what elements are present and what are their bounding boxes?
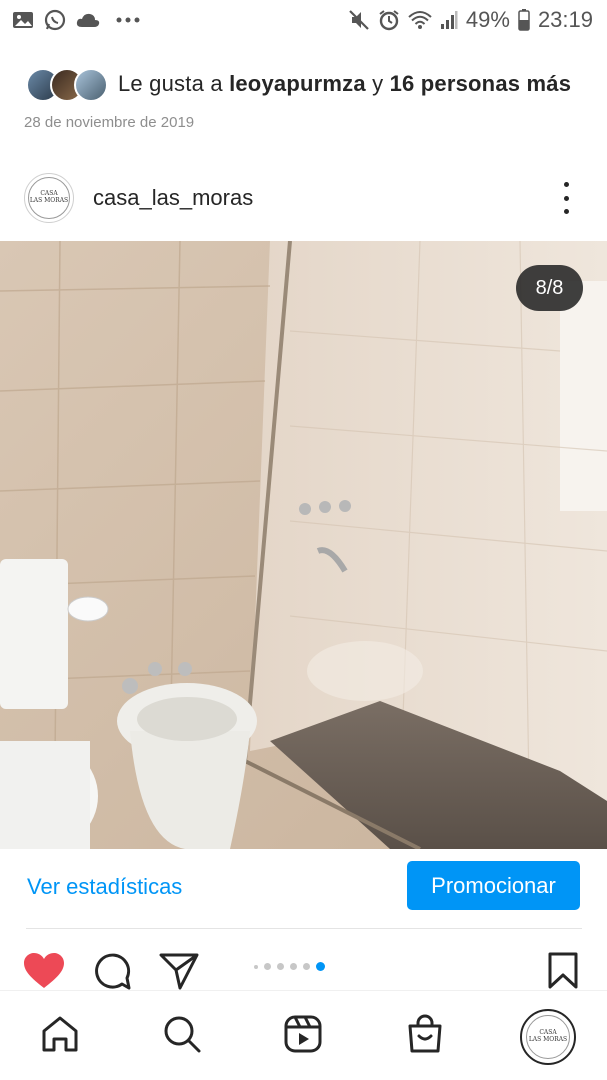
search-icon <box>164 1016 201 1053</box>
image-icon <box>12 10 34 30</box>
liker-avatar <box>74 68 108 102</box>
mute-icon <box>348 9 370 31</box>
home-icon <box>42 1016 78 1052</box>
carousel-dot-active <box>316 962 325 971</box>
nav-search[interactable] <box>160 1012 204 1056</box>
likes-summary[interactable]: Le gusta a leoyapurmza y 16 personas más <box>26 68 572 102</box>
image-counter: 8/8 <box>516 265 583 311</box>
carousel-dot <box>264 963 271 970</box>
more-vert-icon <box>563 182 569 187</box>
whatsapp-icon <box>44 9 66 31</box>
liker-username[interactable]: leoyapurmza <box>229 71 366 96</box>
signal-icon <box>440 10 458 30</box>
likes-text: Le gusta a leoyapurmza y 16 personas más <box>118 71 572 96</box>
more-options-button[interactable] <box>552 180 580 216</box>
carousel-dot <box>290 963 297 970</box>
alarm-icon <box>378 9 400 31</box>
nav-shop[interactable] <box>403 1012 447 1056</box>
liker-avatars <box>26 68 108 102</box>
status-time: 23:19 <box>537 7 593 32</box>
status-right: 49% 23:19 <box>348 7 593 33</box>
nav-profile[interactable]: CASA LAS MORAS <box>520 1009 576 1065</box>
save-button[interactable] <box>541 949 585 993</box>
like-button[interactable] <box>22 949 66 993</box>
nav-reels[interactable] <box>281 1012 325 1056</box>
share-button[interactable] <box>157 949 201 993</box>
battery-percent: 49% <box>465 7 510 32</box>
carousel-dot <box>303 963 310 970</box>
post-date: 28 de noviembre de 2019 <box>24 114 195 131</box>
heart-icon <box>24 953 64 988</box>
likes-others[interactable]: 16 personas más <box>390 71 572 96</box>
reels-icon <box>284 1015 322 1053</box>
bottom-nav-divider <box>0 990 607 991</box>
wifi-icon <box>408 10 432 30</box>
bookmark-icon <box>548 952 578 989</box>
comment-button[interactable] <box>90 949 134 993</box>
divider <box>26 928 582 929</box>
post-photo[interactable] <box>0 241 607 849</box>
carousel-dot <box>277 963 284 970</box>
carousel-indicator <box>254 962 325 971</box>
profile-avatar-logo: CASA LAS MORAS <box>526 1015 570 1059</box>
comment-icon <box>95 953 131 990</box>
shop-icon <box>408 1014 442 1053</box>
carousel-dot <box>254 964 258 969</box>
post-username[interactable]: casa_las_moras <box>93 185 253 211</box>
profile-avatar[interactable]: CASA LAS MORAS <box>24 173 74 223</box>
nav-home[interactable] <box>38 1012 82 1056</box>
cloud-icon <box>76 12 100 28</box>
avatar-logo: CASA LAS MORAS <box>28 177 70 219</box>
promote-button[interactable]: Promocionar <box>407 861 580 910</box>
send-icon <box>159 953 199 990</box>
status-left-icons <box>12 9 140 31</box>
more-dots-icon <box>116 17 140 23</box>
battery-icon <box>518 9 530 31</box>
view-insights-link[interactable]: Ver estadísticas <box>27 874 182 900</box>
